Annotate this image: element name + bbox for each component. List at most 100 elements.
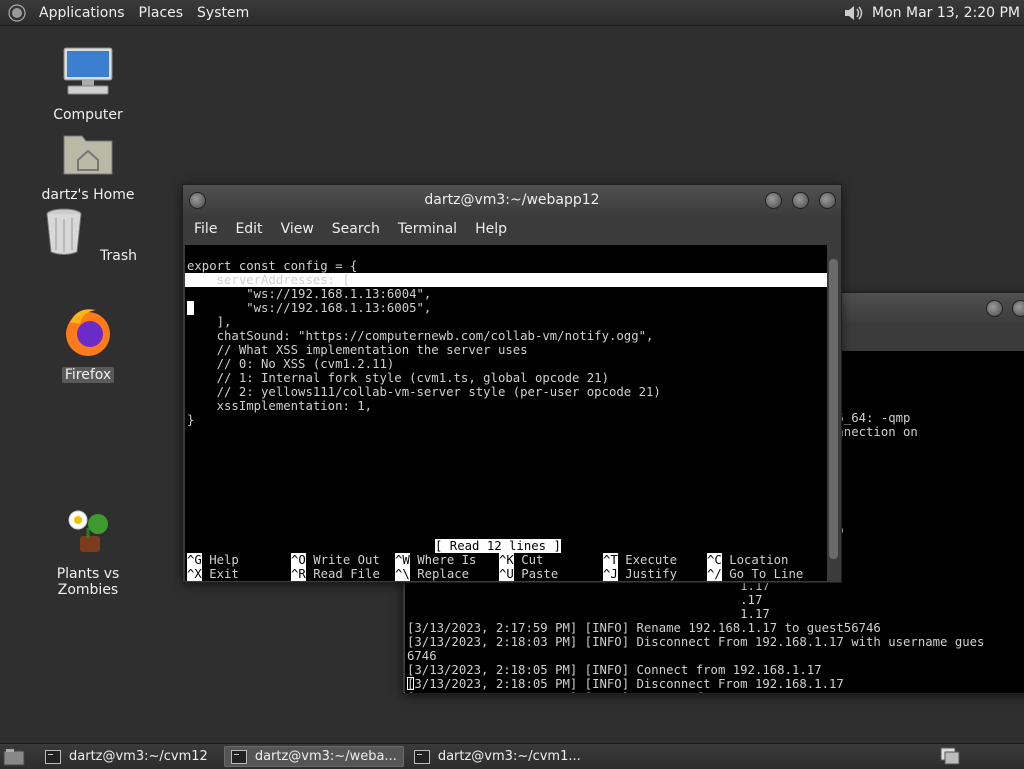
shortcut-label: Exit xyxy=(209,567,239,581)
terminal-icon xyxy=(413,749,430,764)
log-line: [3/13/2023, 2:18:05 PM] [INFO] Connect f… xyxy=(407,663,822,677)
desktop-icon-firefox[interactable]: Firefox xyxy=(33,304,143,383)
shortcut-label: Paste xyxy=(521,567,559,581)
log-line: 6746 xyxy=(407,649,437,663)
nano-shortcut: ^T Execute xyxy=(603,553,677,567)
desktop-icon-label: Computer xyxy=(53,107,123,123)
workspace-switcher-icon[interactable] xyxy=(940,747,960,765)
shortcut-key: ^W xyxy=(395,553,410,567)
nano-shortcut: ^U Paste xyxy=(499,567,558,581)
shortcut-key: ^R xyxy=(291,567,306,581)
firefox-icon xyxy=(66,309,110,356)
editor-cursor xyxy=(187,301,194,315)
system-menu[interactable]: System xyxy=(190,5,256,21)
nano-terminal-window[interactable]: dartz@vm3:~/webapp12 File Edit View Sear… xyxy=(182,184,842,583)
menu-view[interactable]: View xyxy=(272,221,323,237)
code-line: serverAddresses: [ xyxy=(187,273,350,287)
window-title: dartz@vm3:~/webapp12 xyxy=(424,192,600,208)
window-titlebar[interactable]: dartz@vm3:~/webapp12 xyxy=(183,185,841,215)
home-folder-icon xyxy=(63,135,113,175)
shortcut-key: ^U xyxy=(499,567,514,581)
nano-shortcut: ^O Write Out xyxy=(291,553,380,567)
shortcut-label: Replace xyxy=(417,567,470,581)
shortcut-label: Cut xyxy=(521,553,544,567)
menu-edit[interactable]: Edit xyxy=(226,221,271,237)
shortcut-key: ^/ xyxy=(707,567,722,581)
window-menu-button[interactable] xyxy=(189,192,206,209)
code-line: xssImplementation: 1, xyxy=(187,399,373,413)
plants-vs-zombies-icon xyxy=(68,510,108,552)
terminal-menubar: File Edit View Search Terminal Help xyxy=(183,215,841,243)
log-line: 1.17 xyxy=(407,607,770,621)
code-line: // 2: yellows111/collab-vm-server style … xyxy=(187,385,661,399)
shortcut-label: Write Out xyxy=(313,553,380,567)
log-line: .17 xyxy=(407,593,763,607)
menu-file[interactable]: File xyxy=(185,221,226,237)
shortcut-label: Where Is xyxy=(417,553,477,567)
nano-shortcut: ^G Help xyxy=(187,553,239,567)
terminal-icon xyxy=(230,749,247,764)
applications-menu[interactable]: Applications xyxy=(32,5,132,21)
terminal-cursor xyxy=(407,677,414,690)
shortcut-label: Read File xyxy=(313,567,380,581)
terminal-icon xyxy=(45,749,61,764)
maximize-button[interactable] xyxy=(1012,300,1024,317)
shortcut-key: ^T xyxy=(603,553,618,567)
desktop-icon-computer[interactable]: Computer xyxy=(33,44,143,123)
minimize-button[interactable] xyxy=(765,192,782,209)
desktop-icon-label: Firefox xyxy=(61,367,115,383)
nano-file-content[interactable]: export const config = { serverAddresses:… xyxy=(187,259,661,427)
nano-shortcut: ^C Location xyxy=(707,553,788,567)
nano-shortcut: ^X Exit xyxy=(187,567,239,581)
places-menu[interactable]: Places xyxy=(132,5,191,21)
nano-shortcut: ^W Where Is xyxy=(395,553,476,567)
clock[interactable]: Mon Mar 13, 2:20 PM xyxy=(872,5,1020,21)
maximize-button[interactable] xyxy=(792,192,809,209)
nano-shortcut: ^J Justify xyxy=(603,567,677,581)
shortcut-key: ^O xyxy=(291,553,306,567)
taskbar-item-label: dartz@vm3:~/cvm12 xyxy=(69,749,208,764)
shortcut-key: ^C xyxy=(707,553,722,567)
taskbar-item[interactable]: dartz@vm3:~/cvm12 xyxy=(39,746,214,767)
volume-icon[interactable] xyxy=(842,3,864,23)
desktop-icon-home[interactable]: dartz's Home xyxy=(33,124,143,203)
menu-terminal[interactable]: Terminal xyxy=(389,221,466,237)
close-button[interactable] xyxy=(819,192,836,209)
shortcut-key: ^K xyxy=(499,553,514,567)
terminal-scrollbar[interactable] xyxy=(828,245,839,581)
taskbar-item-active[interactable]: dartz@vm3:~/weba... xyxy=(223,746,404,767)
taskbar-item[interactable]: dartz@vm3:~/cvm1... xyxy=(408,746,587,767)
show-desktop-icon[interactable] xyxy=(3,747,25,767)
code-line: "ws://192.168.1.13:6004", xyxy=(187,287,432,301)
log-line: [3/13/2023, 2:18:05 PM] [INFO] Disconnec… xyxy=(407,677,844,691)
desktop-icon-label: Trash xyxy=(100,248,138,264)
shortcut-label: Go To Line xyxy=(729,567,804,581)
taskbar-item-label: dartz@vm3:~/cvm1... xyxy=(437,749,581,764)
code-line: chatSound: "https://computernewb.com/col… xyxy=(187,329,654,343)
code-line: export const config = { xyxy=(187,259,358,273)
panel-tray: Mon Mar 13, 2:20 PM xyxy=(842,0,1020,25)
nano-shortcut: ^K Cut xyxy=(499,553,543,567)
code-line: // What XSS implementation the server us… xyxy=(187,343,528,357)
shortcut-label: Execute xyxy=(625,553,678,567)
desktop-icon-trash[interactable]: Trash xyxy=(33,204,143,264)
code-line: ], xyxy=(187,315,232,329)
nano-shortcut: ^/ Go To Line xyxy=(707,567,803,581)
code-line: // 1: Internal fork style (cvm1.ts, glob… xyxy=(187,371,609,385)
code-line: // 0: No XSS (cvm1.2.11) xyxy=(187,357,395,371)
minimize-button[interactable] xyxy=(986,300,1003,317)
code-line: "ws://192.168.1.13:6005", xyxy=(187,301,432,315)
nano-status-message: [ Read 12 lines ] xyxy=(435,539,561,553)
log-line: [3/13/2023, 2:17:59 PM] [INFO] Rename 19… xyxy=(407,621,881,635)
shortcut-label: Justify xyxy=(625,567,678,581)
desktop-icon-plants-vs-zombies[interactable]: Plants vs Zombies xyxy=(33,504,143,598)
shortcut-label: Help xyxy=(209,553,239,567)
nano-editor[interactable]: GNU nano 7.2 src/common.js export const … xyxy=(185,245,827,581)
nano-shortcut: ^\ Replace xyxy=(395,567,469,581)
menu-search[interactable]: Search xyxy=(323,221,389,237)
scrollbar-thumb[interactable] xyxy=(829,259,838,559)
gnome-foot-icon[interactable] xyxy=(8,3,26,22)
menu-help[interactable]: Help xyxy=(466,221,516,237)
bottom-panel: dartz@vm3:~/cvm12 dartz@vm3:~/weba... da… xyxy=(0,743,1024,769)
desktop-icon-label: dartz's Home xyxy=(41,187,135,203)
